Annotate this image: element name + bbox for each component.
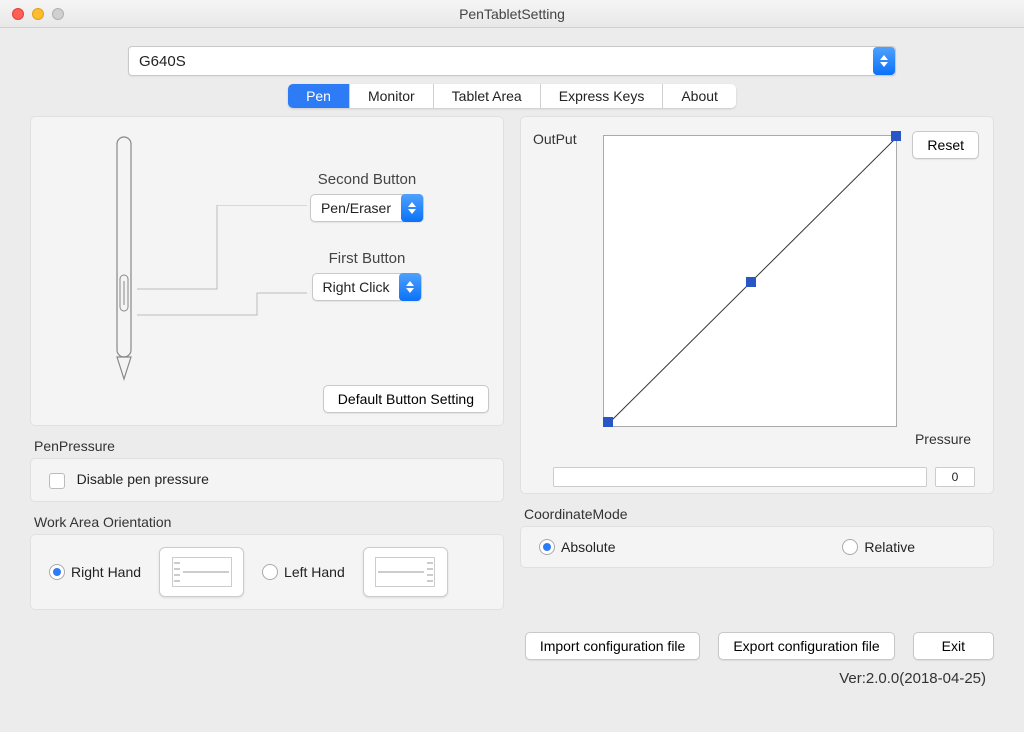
dropdown-stepper-icon[interactable]: [873, 47, 895, 75]
pressure-curve-canvas[interactable]: [603, 135, 897, 427]
chevron-down-icon: [880, 62, 888, 67]
export-config-button[interactable]: Export configuration file: [718, 632, 894, 660]
chevron-down-icon: [406, 288, 414, 293]
window-title: PenTabletSetting: [0, 6, 1024, 22]
chevron-up-icon: [880, 55, 888, 60]
checkbox-icon: [49, 473, 65, 489]
curve-handle-end[interactable]: [891, 131, 901, 141]
tab-about[interactable]: About: [663, 84, 736, 108]
tab-monitor[interactable]: Monitor: [350, 84, 434, 108]
absolute-radio[interactable]: Absolute: [539, 539, 615, 555]
tab-pen[interactable]: Pen: [288, 84, 350, 108]
title-bar: PenTabletSetting: [0, 0, 1024, 28]
left-hand-radio[interactable]: Left Hand: [262, 564, 345, 580]
pressure-bar: [553, 467, 927, 487]
import-config-button[interactable]: Import configuration file: [525, 632, 701, 660]
tab-bar: Pen Monitor Tablet Area Express Keys Abo…: [30, 84, 994, 108]
device-select-value: G640S: [129, 53, 873, 70]
radio-icon: [262, 564, 278, 580]
pen-panel: Second Button Pen/Eraser First Button Ri…: [30, 116, 504, 426]
orientation-title: Work Area Orientation: [34, 514, 504, 530]
exit-button[interactable]: Exit: [913, 632, 994, 660]
chevron-up-icon: [408, 202, 416, 207]
left-hand-thumb[interactable]: [363, 547, 448, 597]
chevron-up-icon: [406, 281, 414, 286]
default-button-setting-button[interactable]: Default Button Setting: [323, 385, 489, 413]
radio-icon: [539, 539, 555, 555]
curve-handle-start[interactable]: [603, 417, 613, 427]
pressure-label: Pressure: [603, 431, 971, 447]
chevron-down-icon: [408, 209, 416, 214]
pen-pressure-title: PenPressure: [34, 438, 504, 454]
connector-lines: [137, 205, 327, 345]
radio-icon: [842, 539, 858, 555]
pressure-value: 0: [935, 467, 975, 487]
tab-express-keys[interactable]: Express Keys: [541, 84, 664, 108]
dropdown-stepper-icon[interactable]: [399, 273, 421, 301]
version-label: Ver:2.0.0(2018-04-25): [30, 670, 994, 687]
relative-radio[interactable]: Relative: [842, 539, 915, 555]
curve-handle-mid[interactable]: [746, 277, 756, 287]
coordinate-mode-title: CoordinateMode: [524, 506, 994, 522]
pen-illustration: [109, 135, 139, 385]
dropdown-stepper-icon[interactable]: [401, 194, 423, 222]
right-hand-thumb[interactable]: [159, 547, 244, 597]
first-button-select[interactable]: Right Click: [312, 273, 423, 301]
second-button-label: Second Button: [249, 171, 485, 188]
output-label: OutPut: [533, 131, 577, 147]
pressure-curve-panel: OutPut Reset Pressure 0: [520, 116, 994, 494]
disable-pressure-checkbox[interactable]: Disable pen pressure: [49, 471, 209, 489]
tab-tablet-area[interactable]: Tablet Area: [434, 84, 541, 108]
right-hand-radio[interactable]: Right Hand: [49, 564, 141, 580]
radio-icon: [49, 564, 65, 580]
second-button-select[interactable]: Pen/Eraser: [310, 194, 424, 222]
device-select[interactable]: G640S: [128, 46, 896, 76]
